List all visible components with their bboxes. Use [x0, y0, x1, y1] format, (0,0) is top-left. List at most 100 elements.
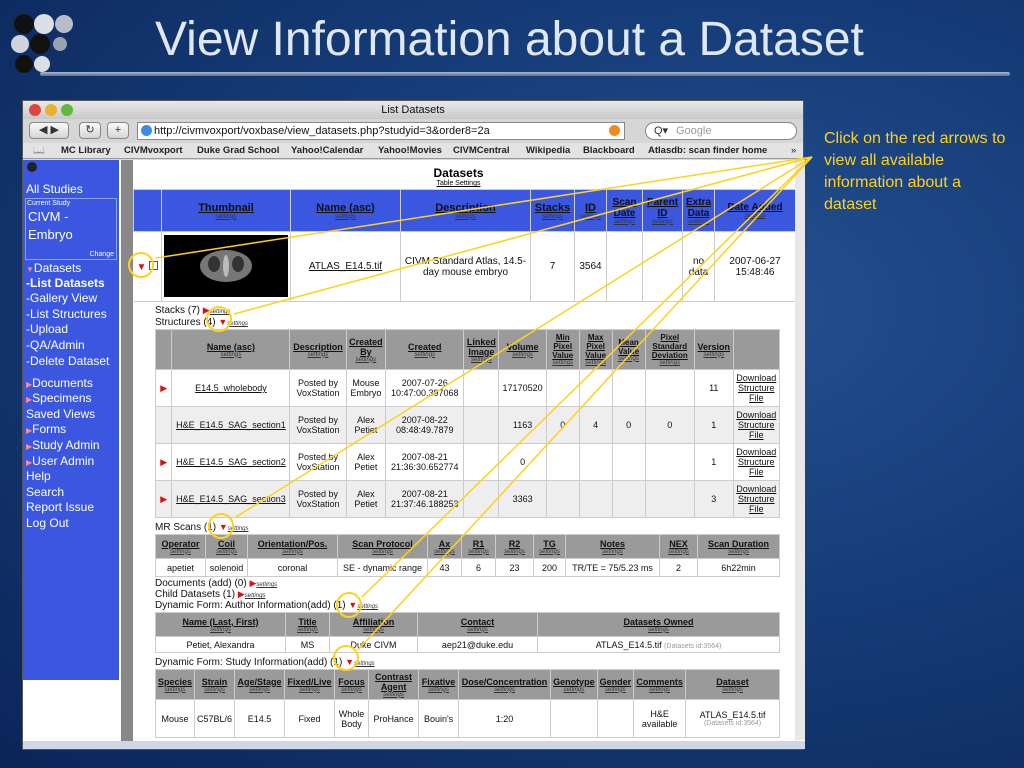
settings-link[interactable]: settings	[250, 549, 335, 555]
settings-link[interactable]: settings	[568, 549, 657, 555]
sidebar-item-upload[interactable]: -Upload	[26, 322, 68, 336]
settings-link[interactable]: settings	[256, 582, 277, 588]
sidebar-item-delete[interactable]: -Delete Dataset	[26, 354, 109, 368]
col-coil[interactable]: Coil settings	[205, 534, 248, 559]
settings-link[interactable]: settings	[540, 627, 777, 633]
settings-link[interactable]: settings	[636, 687, 683, 693]
settings-link[interactable]: settings	[197, 687, 232, 693]
col-gender[interactable]: Gender settings	[596, 669, 635, 700]
col-tg[interactable]: TG settings	[533, 534, 566, 559]
sidebar-documents[interactable]: ▶Documents	[26, 376, 93, 390]
book-icon[interactable]: 📖	[33, 143, 45, 158]
structure-name-link[interactable]: H&E_E14.5_SAG_section3	[171, 480, 291, 518]
settings-link[interactable]: settings	[717, 213, 793, 219]
col-scan-duration[interactable]: Scan Duration settings	[697, 534, 780, 559]
settings-link[interactable]: settings	[158, 627, 283, 633]
sidebar-item-qa[interactable]: -QA/Admin	[26, 338, 85, 352]
bookmark-item[interactable]: Atlasdb: scan finder home	[648, 143, 767, 158]
settings-link[interactable]: settings	[700, 549, 777, 555]
col-structure-name[interactable]: Name (asc) settings	[171, 329, 291, 370]
col-age-stage[interactable]: Age/Stage settings	[234, 669, 286, 700]
sidebar-user-admin[interactable]: ▶User Admin	[26, 454, 94, 468]
settings-link[interactable]: settings	[332, 627, 415, 633]
col-created-by[interactable]: Created By settings	[345, 329, 387, 370]
sidebar-datasets[interactable]: ▼Datasets	[26, 261, 81, 275]
settings-link[interactable]: settings	[158, 687, 192, 693]
settings-link[interactable]: settings	[349, 357, 384, 363]
change-study-link[interactable]: Change	[89, 251, 114, 258]
bookmark-item[interactable]: CIVMCentral	[453, 143, 509, 158]
col-linked-image[interactable]: Linked Image settings	[463, 329, 500, 370]
sidebar-study-admin[interactable]: ▶Study Admin	[26, 438, 100, 452]
col-version[interactable]: Version settings	[693, 329, 734, 370]
dataset-name-link[interactable]: ATLAS_E14.5.tif	[290, 231, 401, 302]
col-dataset[interactable]: Dataset settings	[685, 669, 780, 700]
col-structure-description[interactable]: Description settings	[289, 329, 347, 370]
structure-name-link[interactable]: E14.5_wholebody	[171, 369, 291, 407]
reload-button[interactable]: ↻	[79, 122, 101, 139]
settings-link[interactable]: settings	[464, 549, 493, 555]
settings-link[interactable]: settings	[501, 352, 543, 358]
settings-link[interactable]: settings	[158, 549, 203, 555]
col-notes[interactable]: Notes settings	[565, 534, 660, 559]
settings-link[interactable]: settings	[371, 692, 416, 698]
settings-link[interactable]: settings	[662, 549, 695, 555]
settings-link[interactable]: settings	[615, 356, 643, 362]
col-comments[interactable]: Comments settings	[633, 669, 687, 700]
col-genotype[interactable]: Genotype settings	[550, 669, 598, 700]
sidebar-forms[interactable]: ▶Forms	[26, 422, 66, 436]
settings-link[interactable]: settings	[536, 549, 563, 555]
rss-icon[interactable]	[609, 125, 620, 136]
zoom-window-button[interactable]	[61, 104, 73, 116]
sidebar-item-structures[interactable]: -List Structures	[26, 307, 107, 321]
settings-link[interactable]: settings	[287, 687, 332, 693]
settings-link[interactable]: settings	[430, 549, 459, 555]
bookmark-item[interactable]: Yahoo!Movies	[378, 143, 442, 158]
search-field[interactable]: Q▾ Google	[645, 122, 797, 140]
thumbnail-image[interactable]	[164, 234, 288, 297]
settings-link[interactable]: settings	[582, 360, 610, 366]
settings-link[interactable]: settings	[164, 214, 288, 220]
collapsed-arrow-icon[interactable]: ▶	[238, 589, 245, 599]
bookmark-item[interactable]: Yahoo!Calendar	[291, 143, 363, 158]
collapsed-arrow-icon[interactable]: ▶	[160, 457, 167, 467]
settings-link[interactable]: settings	[466, 357, 496, 363]
structure-name-link[interactable]: H&E_E14.5_SAG_section1	[171, 406, 291, 444]
settings-link[interactable]: settings	[600, 687, 632, 693]
settings-link[interactable]: settings	[645, 219, 680, 225]
new-tab-button[interactable]: +	[107, 122, 129, 139]
col-focus[interactable]: Focus settings	[334, 669, 370, 700]
bookmark-item[interactable]: Wikipedia	[526, 143, 570, 158]
settings-link[interactable]: settings	[245, 593, 266, 599]
settings-link[interactable]: settings	[208, 549, 245, 555]
settings-link[interactable]: settings	[498, 549, 531, 555]
settings-link[interactable]: settings	[288, 627, 327, 633]
back-forward-button[interactable]: ◀ ▶	[29, 122, 69, 139]
bookmark-item[interactable]: Duke Grad School	[197, 143, 279, 158]
col-parent-id[interactable]: Parent ID settings	[642, 189, 683, 232]
col-datasets-owned[interactable]: Datasets Owned settings	[537, 612, 780, 637]
col-max-pixel[interactable]: Max Pixel Value settings	[578, 329, 613, 370]
settings-link[interactable]: settings	[174, 352, 287, 358]
settings-link[interactable]: settings	[577, 214, 604, 220]
col-scan-date[interactable]: Scan Date settings	[606, 189, 643, 232]
settings-link[interactable]: settings	[421, 687, 456, 693]
settings-link[interactable]: settings	[461, 687, 548, 693]
col-author-name[interactable]: Name (Last, First) settings	[155, 612, 286, 637]
col-stacks[interactable]: Stacks settings	[530, 189, 575, 232]
settings-link[interactable]: settings	[609, 219, 640, 225]
download-structure-link[interactable]: Download Structure File	[732, 406, 781, 444]
col-id[interactable]: ID settings	[574, 189, 607, 232]
settings-link[interactable]: settings	[292, 352, 343, 358]
sidebar-report-issue[interactable]: Report Issue	[26, 500, 94, 514]
col-r2[interactable]: R2 settings	[495, 534, 534, 559]
col-ax[interactable]: Ax settings	[427, 534, 462, 559]
bookmark-item[interactable]: Blackboard	[583, 143, 635, 158]
sidebar-all-studies[interactable]: All Studies	[26, 182, 83, 196]
col-mean-value[interactable]: Mean Value settings	[611, 329, 646, 370]
col-orientation[interactable]: Orientation/Pos. settings	[247, 534, 338, 559]
sidebar-item-list-datasets[interactable]: -List Datasets	[26, 276, 105, 290]
settings-link[interactable]: settings	[403, 214, 528, 220]
vertical-scrollbar[interactable]	[795, 160, 805, 740]
settings-link[interactable]: settings	[420, 627, 535, 633]
